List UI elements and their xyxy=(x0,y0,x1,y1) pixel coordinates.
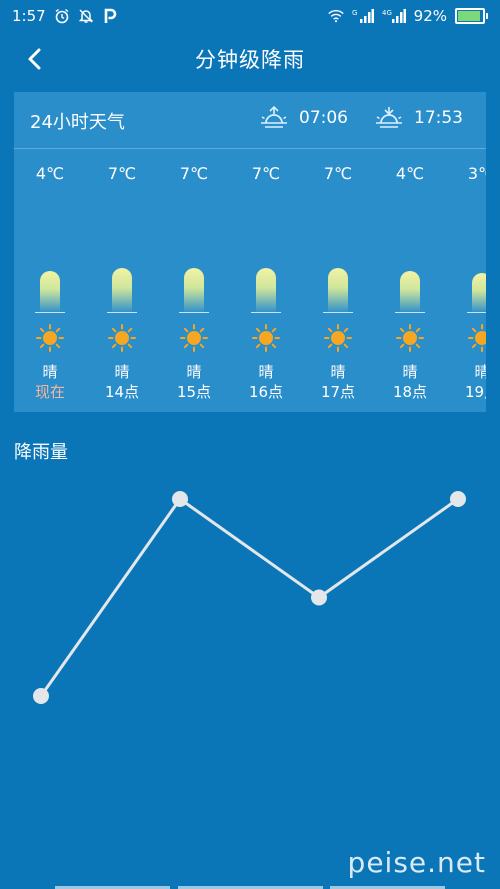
temp-bar-baseline xyxy=(323,312,353,313)
temp-bar-baseline xyxy=(107,312,137,313)
battery-percent: 92% xyxy=(413,7,447,25)
precipitation-point xyxy=(450,491,466,507)
precipitation-point xyxy=(311,589,327,606)
hour-temp: 4℃ xyxy=(395,164,425,183)
hour-temp: 4℃ xyxy=(35,164,65,183)
watermark: peise.net xyxy=(347,846,486,879)
temp-bar-baseline xyxy=(35,312,65,313)
hour-time: 18点 xyxy=(392,383,428,401)
hour-temp: 3℃ xyxy=(467,164,486,183)
hour-item: 7℃ 晴 17点 xyxy=(302,148,374,410)
temp-bar-baseline xyxy=(467,312,486,313)
temp-bar-baseline xyxy=(251,312,281,313)
status-left: 1:57 xyxy=(12,7,118,25)
precipitation-point xyxy=(33,688,49,704)
battery-fill xyxy=(458,11,480,21)
sunny-icon xyxy=(180,324,208,352)
hour-item: 7℃ 晴 14点 xyxy=(86,148,158,410)
sunset-time: 17:53 xyxy=(414,108,463,128)
hour-time: 16点 xyxy=(248,383,284,401)
temp-bar xyxy=(112,268,132,312)
temp-bar-baseline xyxy=(395,312,425,313)
hour-temp: 7℃ xyxy=(323,164,353,183)
temp-bar xyxy=(472,272,486,312)
sunny-icon xyxy=(324,324,352,352)
precipitation-line xyxy=(39,496,459,697)
precipitation-chart xyxy=(33,491,466,704)
sunset: 17:53 xyxy=(374,106,463,130)
hour-item: 7℃ 晴 16点 xyxy=(230,148,302,410)
signal-1-label: G xyxy=(352,9,357,17)
hour-condition: 晴 xyxy=(42,363,58,381)
hour-time: 14点 xyxy=(104,383,140,401)
forecast-card: 24小时天气 07:06 17:53 4℃ 晴现在 7℃ 晴 14点 7℃ 晴 15点 7℃ 晴 1… xyxy=(14,92,486,412)
sunny-icon xyxy=(252,324,280,352)
hour-time: 17点 xyxy=(320,383,356,401)
title-bar: 分钟级降雨 xyxy=(0,32,500,84)
temp-bar xyxy=(400,271,420,312)
sunny-icon xyxy=(36,324,64,352)
app-p-icon xyxy=(102,8,118,24)
notification-off-icon xyxy=(78,8,94,24)
hour-condition: 晴 xyxy=(186,363,202,381)
hour-item: 3℃ 晴 19点 xyxy=(446,148,486,410)
alarm-icon xyxy=(54,8,70,24)
hour-item: 4℃ 晴 18点 xyxy=(374,148,446,410)
precipitation-point xyxy=(172,491,188,507)
sunny-icon xyxy=(396,324,424,352)
hour-item: 7℃ 晴 15点 xyxy=(158,148,230,410)
status-right: G 4G 92% xyxy=(327,7,488,25)
forecast-title: 24小时天气 xyxy=(30,112,125,133)
wifi-icon xyxy=(327,8,344,24)
signal-2-label: 4G xyxy=(382,9,392,17)
sunrise-icon xyxy=(261,106,287,128)
sunset-icon xyxy=(376,107,402,128)
hour-condition: 晴 xyxy=(258,363,274,381)
status-bar: 1:57 G 4G 92% xyxy=(0,0,500,32)
temp-bar xyxy=(256,268,276,312)
sunrise-time: 07:06 xyxy=(299,108,348,128)
hour-condition: 晴 xyxy=(330,363,346,381)
temp-bar-baseline xyxy=(179,312,209,313)
hour-time-now: 现在 xyxy=(34,383,65,401)
hour-temp: 7℃ xyxy=(251,164,281,183)
hour-temp: 7℃ xyxy=(107,164,137,183)
hour-time: 15点 xyxy=(176,383,212,401)
sunrise: 07:06 xyxy=(259,106,348,130)
sunny-icon xyxy=(468,324,486,352)
hour-time: 19点 xyxy=(464,383,486,401)
precipitation-title: 降雨量 xyxy=(14,442,68,463)
battery-icon xyxy=(455,8,488,24)
hour-condition: 晴 xyxy=(114,363,130,381)
status-time: 1:57 xyxy=(12,7,46,25)
hour-item: 4℃ 晴现在 xyxy=(14,148,86,410)
hour-condition: 晴 xyxy=(402,363,418,381)
signal-2-icon: 4G xyxy=(382,8,406,24)
temp-bar xyxy=(184,268,204,312)
sunny-icon xyxy=(108,324,136,352)
hour-temp: 7℃ xyxy=(179,164,209,183)
temp-bar xyxy=(328,268,348,312)
temp-bar xyxy=(40,271,60,312)
hour-condition: 晴 xyxy=(474,363,486,381)
page-title: 分钟级降雨 xyxy=(195,48,305,72)
signal-1-icon: G xyxy=(352,8,374,24)
forecast-card-header: 24小时天气 07:06 17:53 xyxy=(14,92,486,149)
